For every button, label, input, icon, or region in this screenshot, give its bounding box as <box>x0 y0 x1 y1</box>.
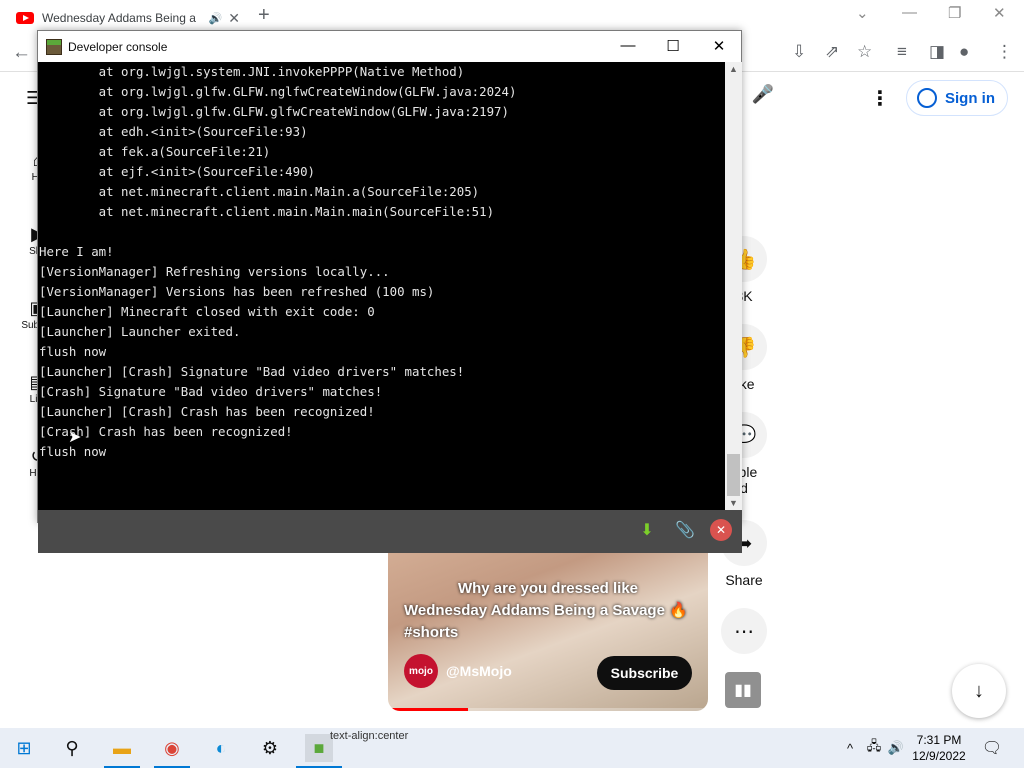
console-maximize-button[interactable]: ☐ <box>658 37 688 55</box>
back-button[interactable]: ← <box>12 42 31 64</box>
paperclip-icon[interactable]: 📎 <box>674 519 696 541</box>
browser-restore-button[interactable]: ❐ <box>948 4 961 22</box>
share-page-icon[interactable]: ⇗ <box>825 42 839 62</box>
developer-console-window: Developer console — ☐ ✕ at org.lwjgl.sys… <box>37 30 742 553</box>
channel-link[interactable]: mojo @MsMojo <box>404 654 512 688</box>
scroll-down-arrow-icon[interactable]: ▼ <box>725 498 742 508</box>
bookmark-star-icon[interactable]: ☆ <box>857 42 872 62</box>
windows-taskbar: ⊞ ⚲ ▬ ◉ ◐ ⚙ ■ text-align:center ^ 🖧 🔊 7:… <box>0 728 1024 768</box>
more-horizontal-icon: ⋯ <box>721 608 767 654</box>
tab-search-chevron-icon[interactable]: ⌄ <box>856 4 869 22</box>
media-control-icon[interactable]: ≡ <box>897 42 907 62</box>
side-panel-icon[interactable]: ◨ <box>929 42 945 62</box>
console-minimize-button[interactable]: — <box>613 37 643 54</box>
browser-menu-icon[interactable]: ⋮ <box>996 42 1013 62</box>
edge-icon[interactable]: ◐ <box>207 734 235 762</box>
minecraft-launcher-icon <box>46 38 62 55</box>
video-caption: Why are you dressed like <box>457 580 639 597</box>
console-title: Developer console <box>68 39 168 54</box>
clock-time: 7:31 PM <box>916 733 962 747</box>
install-app-icon[interactable]: ⇩ <box>792 42 806 62</box>
more-actions-button[interactable]: ⋯ <box>720 608 768 660</box>
video-progress-fill <box>388 708 468 711</box>
sign-in-button[interactable]: Sign in <box>906 80 1008 116</box>
next-video-arrow-icon[interactable]: ↓ <box>952 664 1006 718</box>
tooltip-text: text-align:center <box>330 730 409 742</box>
account-icon <box>917 88 937 108</box>
clock-date: 12/9/2022 <box>912 749 966 763</box>
channel-name: @MsMojo <box>446 663 512 679</box>
browser-tab[interactable]: Wednesday Addams Being a 🔊 ✕ <box>8 4 248 32</box>
profile-avatar-icon[interactable]: ● <box>959 42 969 62</box>
share-label: Share <box>725 572 763 588</box>
windows-start-icon[interactable]: ⊞ <box>10 734 38 762</box>
voice-search-microphone-icon[interactable]: 🎤 <box>750 84 776 110</box>
system-clock[interactable]: 7:31 PM 12/9/2022 <box>906 732 972 764</box>
settings-kebab-icon[interactable]: ⋮ <box>870 86 890 111</box>
console-log-text: at org.lwjgl.system.JNI.invokePPPP(Nativ… <box>39 64 517 459</box>
chrome-icon[interactable]: ◉ <box>158 734 186 762</box>
console-scrollbar[interactable]: ▲ ▼ <box>725 62 742 510</box>
video-progress-bar[interactable] <box>388 708 708 711</box>
search-icon[interactable]: ⚲ <box>58 734 86 762</box>
console-close-button[interactable]: ✕ <box>704 37 734 55</box>
scrollbar-thumb[interactable] <box>727 454 740 496</box>
video-title[interactable]: Wednesday Addams Being a Savage 🔥 #short… <box>404 600 694 644</box>
notifications-icon[interactable]: 🗨 <box>978 734 1006 762</box>
console-log-output[interactable]: at org.lwjgl.system.JNI.invokePPPP(Nativ… <box>38 62 725 510</box>
channel-avatar: mojo <box>404 654 438 688</box>
download-icon[interactable]: ⬇ <box>636 519 658 541</box>
tab-close-icon[interactable]: ✕ <box>228 10 240 27</box>
sign-in-label: Sign in <box>945 89 995 107</box>
sound-waveform-icon[interactable]: ▮▮ <box>725 672 761 708</box>
browser-minimize-button[interactable]: — <box>902 4 917 21</box>
browser-close-button[interactable]: ✕ <box>993 4 1006 22</box>
tab-title: Wednesday Addams Being a <box>42 11 196 25</box>
speaker-icon[interactable]: 🔊 <box>209 12 223 25</box>
subscribe-button[interactable]: Subscribe <box>597 656 692 690</box>
file-explorer-icon[interactable]: ▬ <box>108 734 136 762</box>
youtube-favicon-icon <box>16 12 34 24</box>
settings-gear-icon[interactable]: ⚙ <box>256 734 284 762</box>
browser-tabstrip: Wednesday Addams Being a 🔊 ✕ + ⌄ — ❐ ✕ <box>0 0 1024 32</box>
mouse-cursor-icon: ➤ <box>68 429 82 446</box>
new-tab-button[interactable]: + <box>258 4 270 27</box>
minecraft-launcher-taskbar-icon[interactable]: ■ <box>305 734 333 762</box>
console-action-bar: ⬇ 📎 ✕ <box>38 510 742 553</box>
scroll-up-arrow-icon[interactable]: ▲ <box>725 64 742 74</box>
close-circle-icon[interactable]: ✕ <box>710 519 732 541</box>
